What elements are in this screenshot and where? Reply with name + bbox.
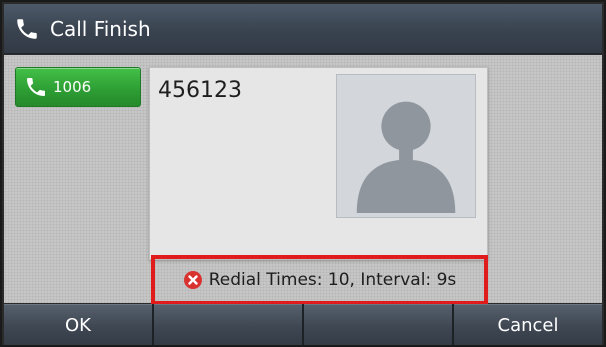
contact-silhouette-icon (336, 74, 476, 218)
line-key-1006[interactable]: 1006 (15, 67, 141, 107)
page-title: Call Finish (50, 16, 151, 41)
softkey-bar: OK Cancel (4, 304, 602, 345)
cancel-softkey[interactable]: Cancel (454, 304, 602, 345)
empty-softkey-2[interactable] (154, 304, 302, 345)
line-key-label: 1006 (53, 78, 92, 96)
call-number: 456123 (158, 78, 242, 103)
phone-screen: Call Finish 1006 456123 Redial Times: 10… (0, 0, 606, 347)
redial-message: Redial Times: 10, Interval: 9s (208, 270, 457, 290)
ok-softkey[interactable]: OK (4, 304, 152, 345)
phone-handset-icon (14, 16, 40, 42)
redial-status: Redial Times: 10, Interval: 9s (151, 255, 488, 305)
title-bar: Call Finish (4, 4, 602, 54)
error-x-icon (183, 270, 203, 290)
empty-softkey-3[interactable] (304, 304, 452, 345)
call-card: 456123 (149, 67, 488, 260)
phone-handset-icon (24, 75, 48, 99)
